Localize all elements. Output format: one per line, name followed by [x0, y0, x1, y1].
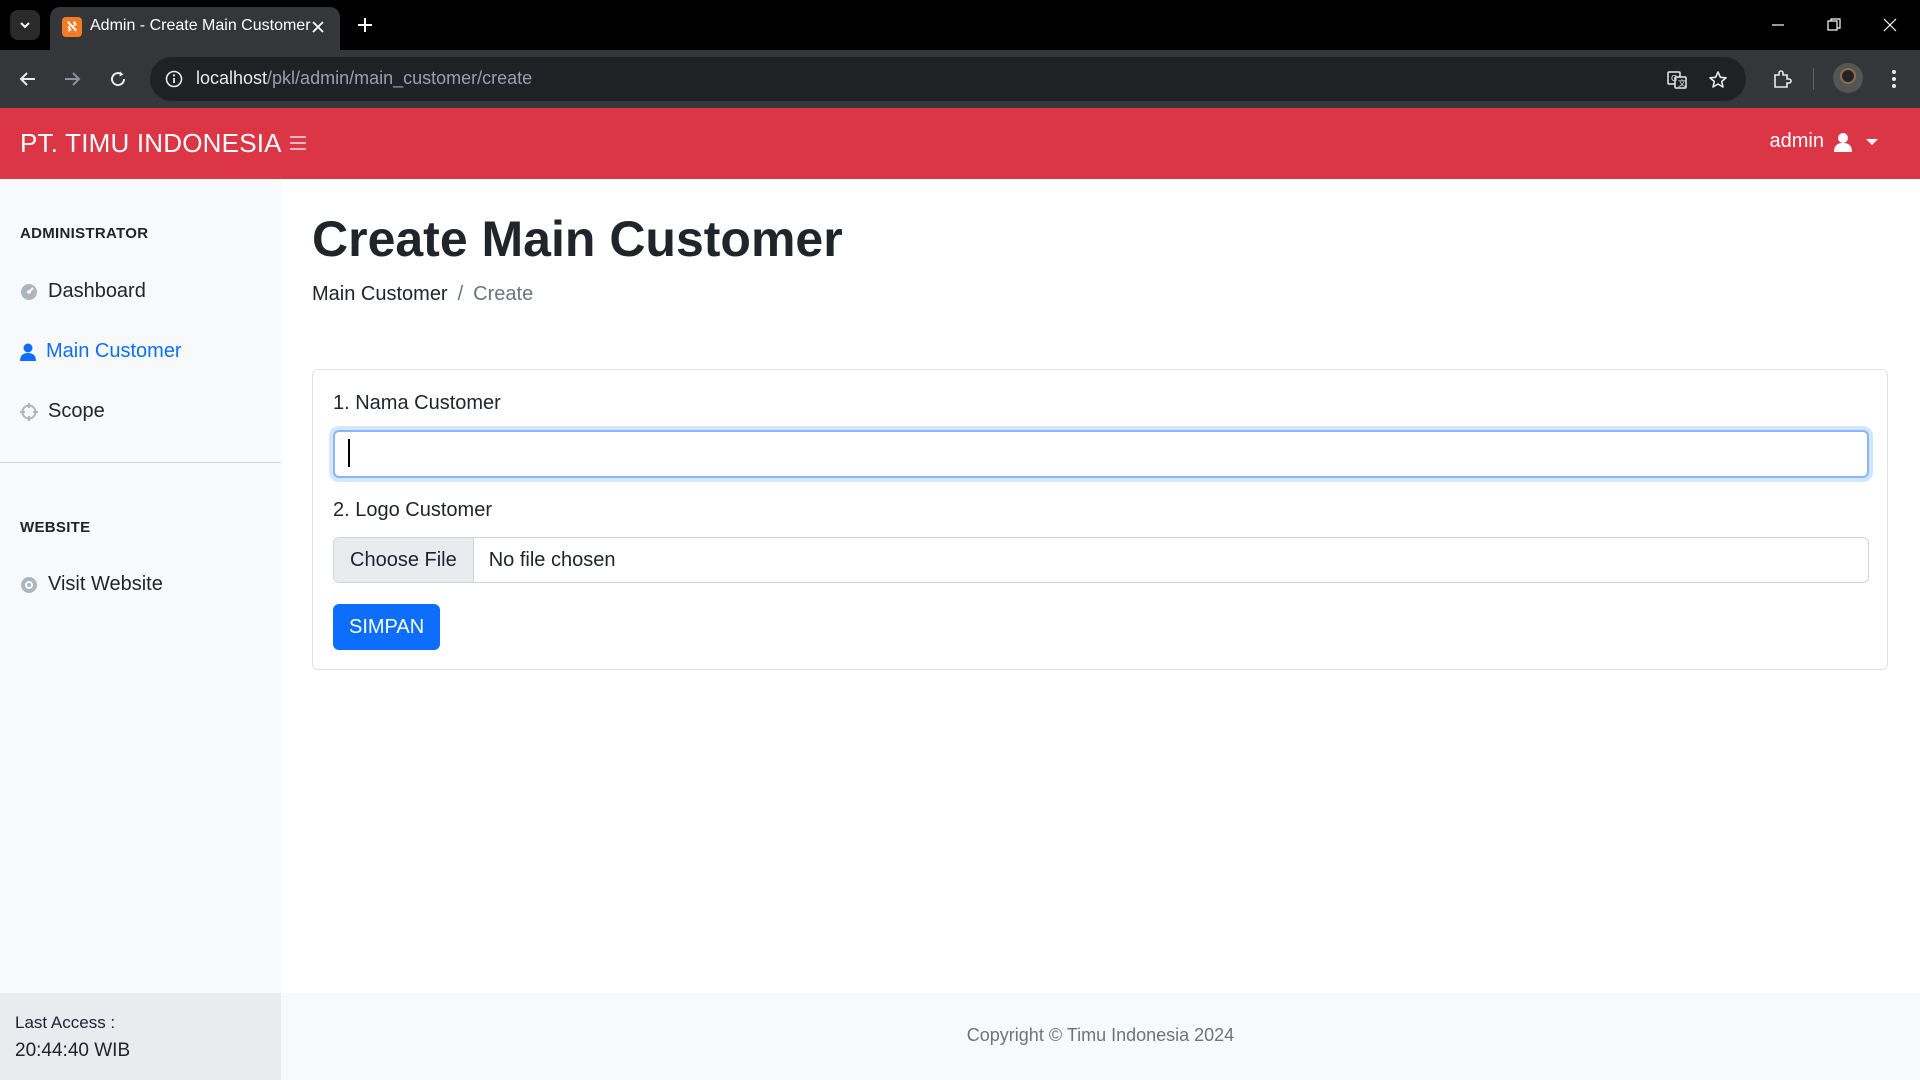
extensions-button[interactable]	[1766, 63, 1798, 95]
sidebar-item-dashboard[interactable]: Dashboard	[20, 280, 146, 303]
user-icon	[20, 343, 36, 361]
back-button[interactable]	[12, 63, 44, 95]
reload-button[interactable]	[102, 63, 134, 95]
close-icon	[1883, 18, 1897, 32]
user-icon	[1834, 132, 1852, 152]
last-access-label: Last Access :	[15, 1013, 116, 1032]
minimize-icon	[1772, 24, 1784, 26]
url-path: /pkl/admin/main_customer/create	[267, 68, 533, 88]
text-cursor	[348, 439, 350, 467]
forward-button[interactable]	[56, 63, 88, 95]
url-host: localhost	[196, 68, 268, 88]
sidebar: ADMINISTRATOR Dashboard Main Customer Sc…	[0, 179, 281, 1080]
chrome-menu-button[interactable]	[1878, 63, 1910, 95]
user-dropdown[interactable]: admin	[1770, 130, 1878, 153]
create-customer-form-card: 1. Nama Customer 2. Logo Customer Choose…	[312, 369, 1888, 670]
sidebar-item-label: Dashboard	[48, 280, 146, 302]
reload-icon	[111, 71, 126, 87]
url-text: localhost/pkl/admin/main_customer/create	[196, 68, 532, 89]
simpan-button[interactable]: SIMPAN	[333, 604, 441, 650]
breadcrumb-link-main-customer[interactable]: Main Customer	[312, 283, 448, 306]
app-topbar: PT. TIMU INDONESIA admin	[0, 108, 1920, 179]
last-access-time: 20:44:40 WIB	[15, 1040, 131, 1061]
user-name: admin	[1769, 130, 1824, 152]
xampp-favicon-icon: ℵ	[62, 17, 82, 37]
breadcrumb-current: Create	[473, 283, 534, 305]
globe-icon	[21, 576, 37, 593]
tab-title: Admin - Create Main Customer	[90, 17, 311, 34]
nama-customer-input[interactable]	[333, 430, 1869, 478]
file-status-text: No file chosen	[488, 548, 616, 571]
sidebar-item-visit-website[interactable]: Visit Website	[20, 573, 163, 596]
profile-avatar[interactable]	[1833, 63, 1863, 93]
toolbar-separator	[1813, 68, 1814, 90]
copyright-text: Copyright © Timu Indonesia 2024	[966, 1025, 1235, 1045]
breadcrumb: Main Customer / Create	[312, 283, 533, 306]
minimize-button[interactable]	[1750, 0, 1806, 50]
page-footer: Copyright © Timu Indonesia 2024	[281, 993, 1920, 1080]
site-info-icon[interactable]	[162, 67, 186, 91]
crosshair-icon	[20, 402, 38, 421]
tab-close-button[interactable]	[306, 15, 330, 39]
dashboard-icon	[21, 283, 37, 300]
page-title: Create Main Customer	[312, 211, 843, 267]
translate-icon[interactable]: G文	[1664, 67, 1690, 93]
sidebar-footer: Last Access : 20:44:40 WIB	[0, 993, 281, 1080]
new-tab-button[interactable]	[350, 10, 380, 40]
sidebar-heading-website: WEBSITE	[20, 519, 91, 536]
sidebar-item-label: Visit Website	[48, 573, 163, 595]
logo-customer-label: 2. Logo Customer	[333, 499, 492, 521]
breadcrumb-separator: /	[457, 283, 464, 305]
sidebar-item-label: Scope	[48, 400, 105, 422]
brand-title[interactable]: PT. TIMU INDONESIA	[20, 128, 282, 159]
close-icon	[312, 21, 324, 33]
bookmark-star-icon[interactable]	[1705, 67, 1731, 93]
window-close-button[interactable]	[1862, 0, 1918, 50]
sidebar-divider	[0, 462, 281, 463]
tab-search-button[interactable]	[10, 10, 40, 40]
sidebar-item-scope[interactable]: Scope	[20, 400, 105, 423]
plus-icon	[358, 18, 372, 32]
caret-down-icon	[1866, 138, 1878, 145]
chevron-down-icon	[20, 22, 30, 29]
address-bar[interactable]: localhost/pkl/admin/main_customer/create…	[150, 57, 1746, 101]
menu-icon-bar	[290, 136, 306, 138]
menu-icon-bar	[290, 148, 306, 150]
arrow-left-icon	[19, 72, 35, 86]
sidebar-item-main-customer[interactable]: Main Customer	[20, 340, 182, 363]
sidebar-item-label: Main Customer	[46, 340, 182, 362]
restore-button[interactable]	[1806, 0, 1862, 50]
arrow-right-icon	[65, 72, 81, 86]
puzzle-icon	[1774, 70, 1792, 88]
sidebar-toggle-button[interactable]	[290, 132, 310, 154]
browser-tab-bar: ℵ Admin - Create Main Customer	[0, 0, 1920, 50]
svg-text:G: G	[1671, 74, 1677, 83]
nama-customer-label: 1. Nama Customer	[333, 392, 501, 414]
more-vertical-icon	[1892, 70, 1896, 88]
browser-tab-active[interactable]: ℵ Admin - Create Main Customer	[50, 7, 340, 50]
sidebar-heading-administrator: ADMINISTRATOR	[20, 225, 149, 242]
browser-toolbar: localhost/pkl/admin/main_customer/create…	[0, 50, 1920, 108]
logo-customer-file-input[interactable]: Choose File No file chosen	[333, 537, 1869, 583]
restore-icon	[1827, 18, 1841, 31]
svg-text:文: 文	[1678, 78, 1686, 88]
choose-file-button[interactable]: Choose File	[334, 538, 474, 582]
menu-icon-bar	[290, 142, 306, 144]
